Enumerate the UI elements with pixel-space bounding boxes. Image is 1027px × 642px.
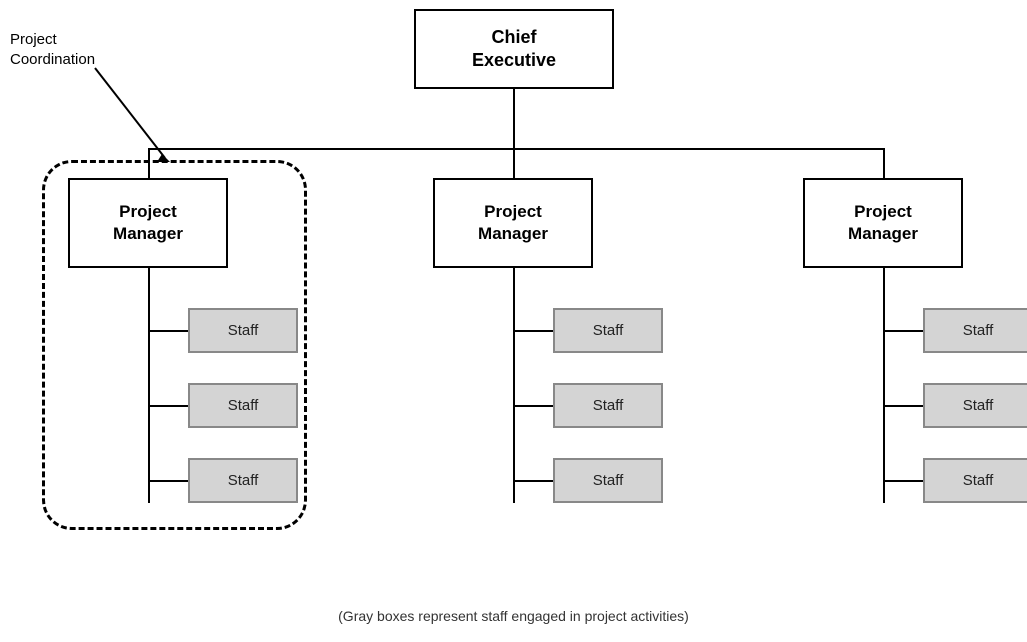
hconn-c3 [513,480,553,482]
staff-right-1: Staff [923,308,1027,353]
coordination-label-container: ProjectCoordination [10,30,95,69]
staff-right-2-label: Staff [963,397,994,414]
staff-right-2: Staff [923,383,1027,428]
staff-center-3-label: Staff [593,472,624,489]
hconn-c2 [513,405,553,407]
chart-container: ChiefExecutive ProjectManager ProjectMan… [0,0,1027,642]
staff-center-1-label: Staff [593,322,624,339]
line-v-center [513,148,515,178]
hconn-r1 [883,330,923,332]
project-manager-center: ProjectManager [433,178,593,268]
pm-right-label: ProjectManager [848,201,918,245]
hconn-c1 [513,330,553,332]
pm-center-label: ProjectManager [478,201,548,245]
line-h-main [148,148,883,150]
line-pm-down-right [883,268,885,308]
hconn-r2 [883,405,923,407]
coordination-arrow-line [95,68,165,158]
caption-text: (Gray boxes represent staff engaged in p… [338,608,689,624]
staff-center-2: Staff [553,383,663,428]
project-coordination-outline [42,160,307,530]
project-manager-right: ProjectManager [803,178,963,268]
coordination-label: ProjectCoordination [10,30,95,69]
staff-right-3: Staff [923,458,1027,503]
staff-center-1: Staff [553,308,663,353]
line-pm-down-center [513,268,515,308]
hconn-r3 [883,480,923,482]
staff-right-1-label: Staff [963,322,994,339]
line-v-right [883,148,885,178]
staff-right-3-label: Staff [963,472,994,489]
chief-executive-label: ChiefExecutive [472,26,556,73]
staff-center-2-label: Staff [593,397,624,414]
staff-center-3: Staff [553,458,663,503]
caption: (Gray boxes represent staff engaged in p… [0,608,1027,624]
chief-executive-box: ChiefExecutive [414,9,614,89]
line-chief-down [513,89,515,149]
